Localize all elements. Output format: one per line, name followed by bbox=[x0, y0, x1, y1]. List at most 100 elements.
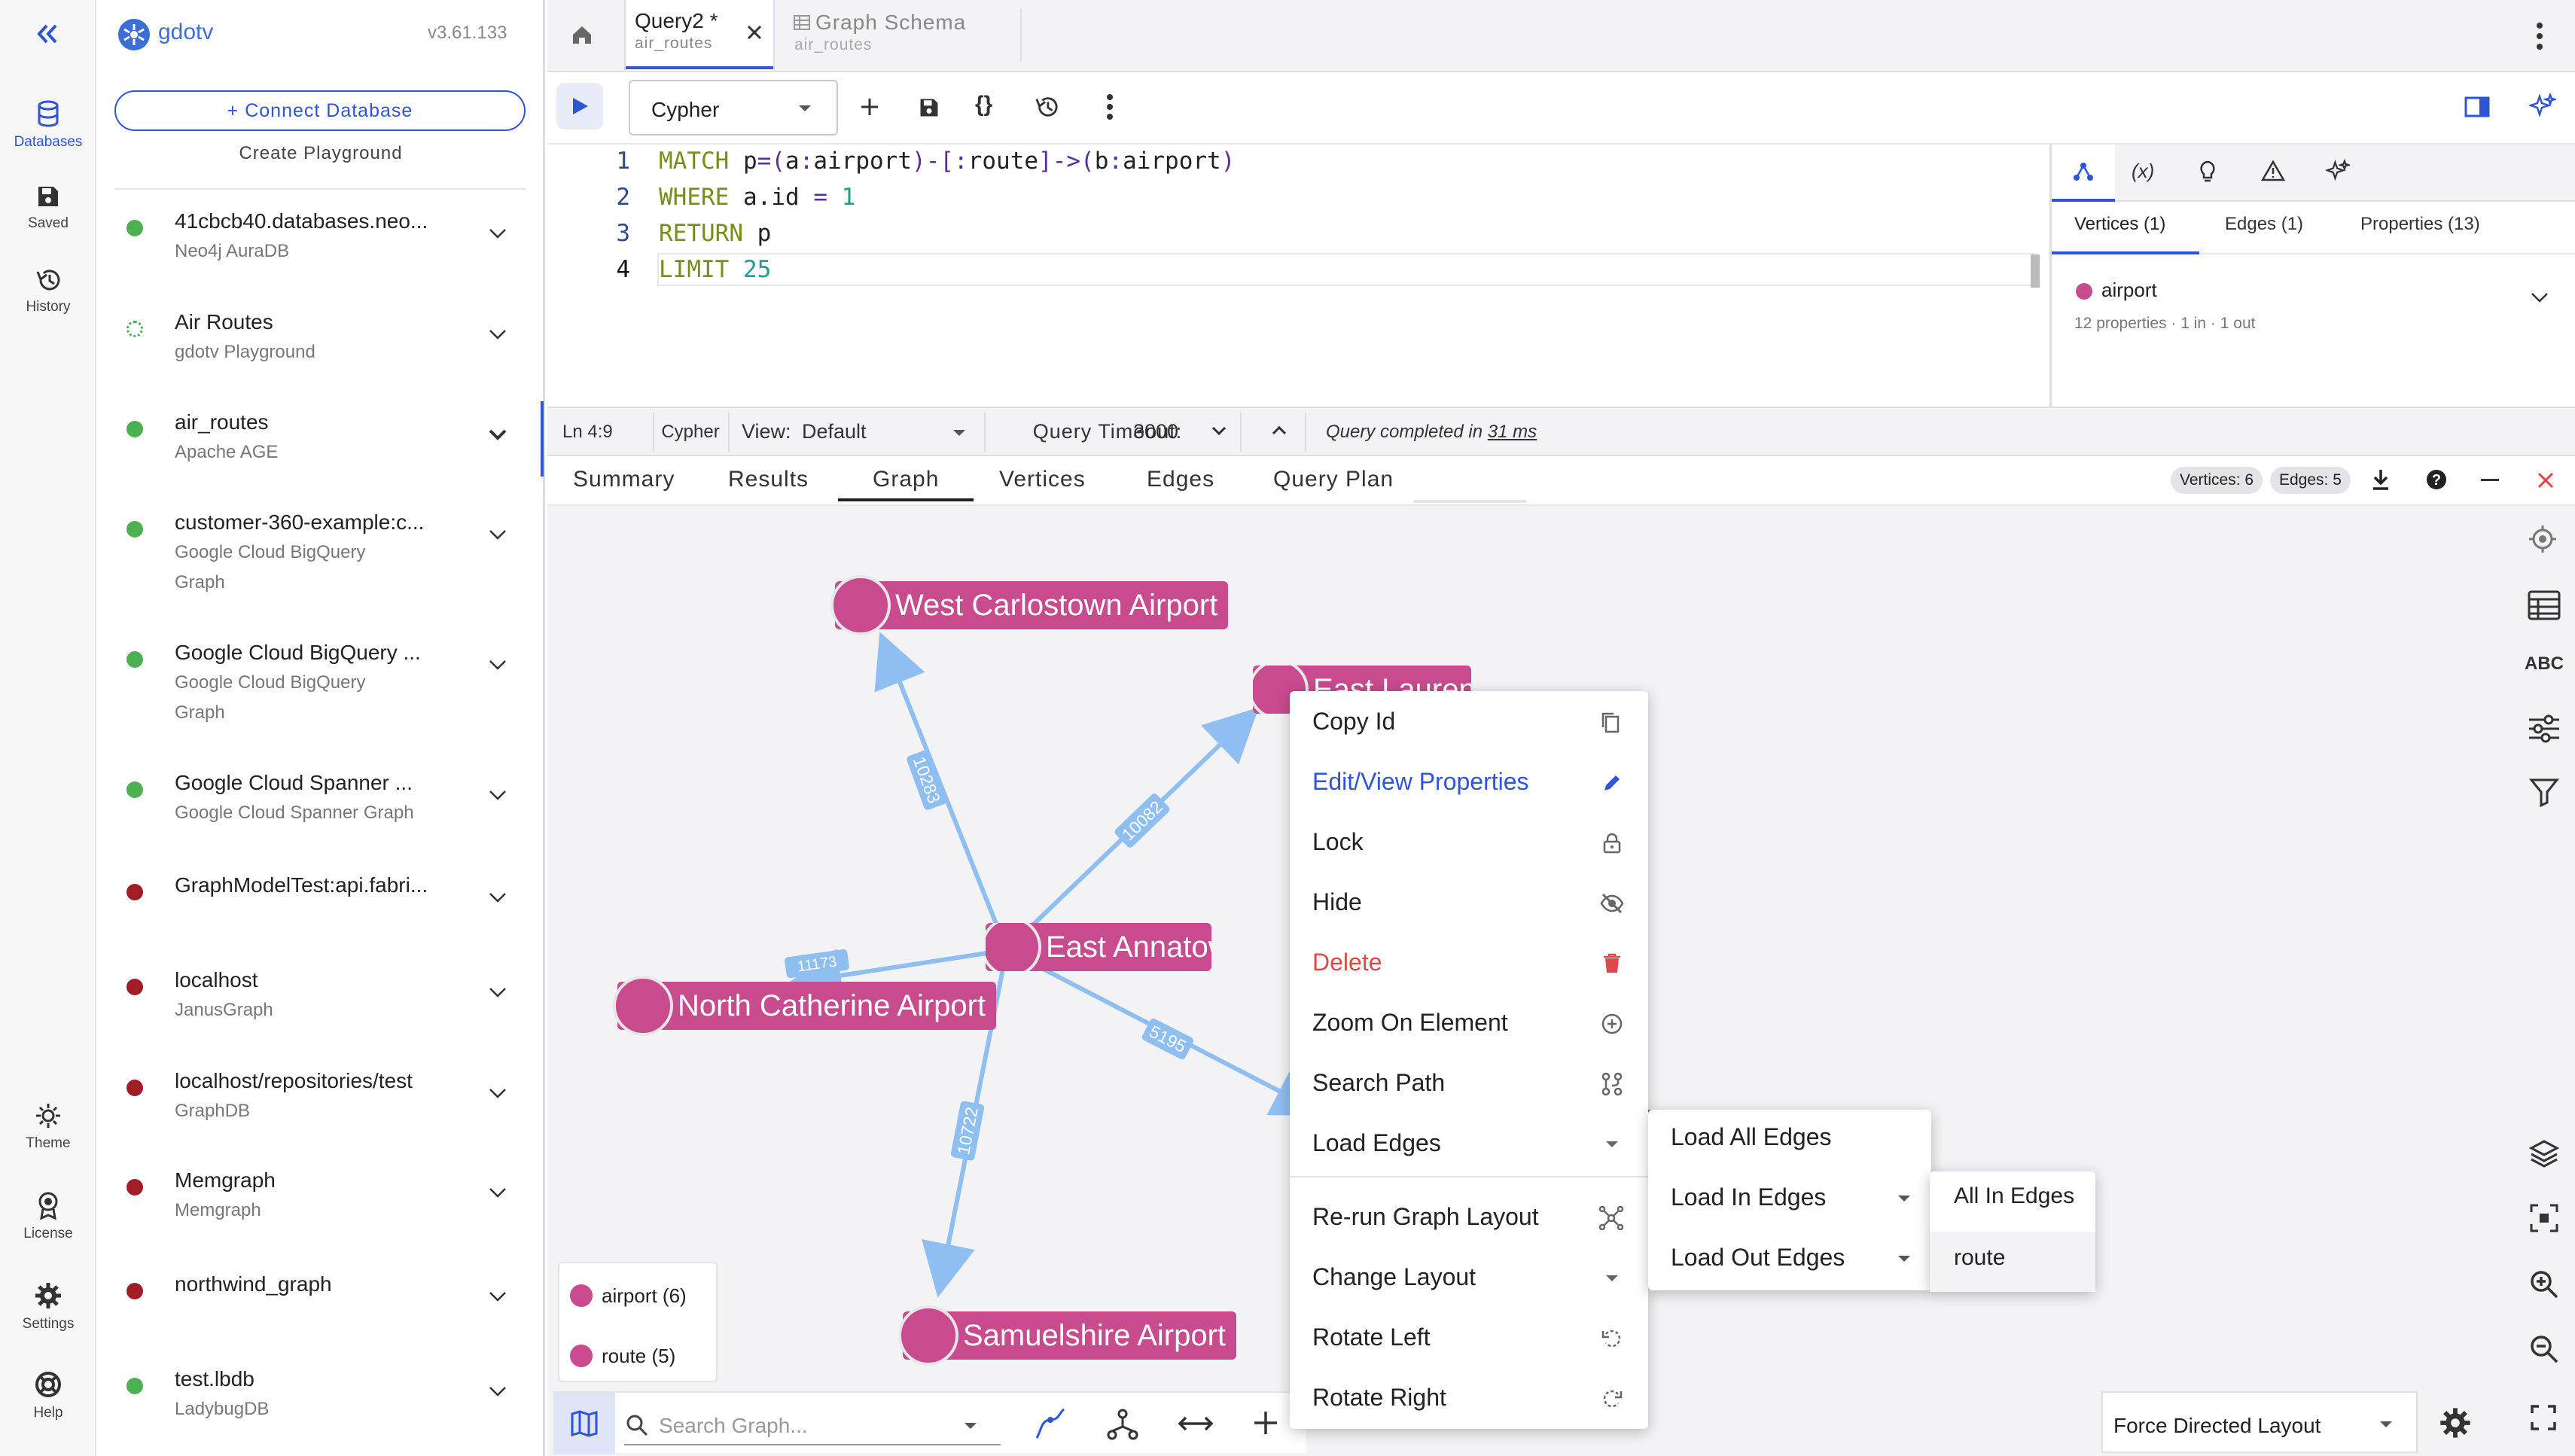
graph-canvas[interactable]: 10283 10082 5195 10722 11173 West Carlos… bbox=[547, 506, 2575, 1456]
home-icon[interactable] bbox=[570, 23, 594, 47]
chevron-down-icon[interactable] bbox=[488, 1385, 507, 1397]
vertex-item[interactable]: airport 12 properties · 1 in · 1 out bbox=[2052, 273, 2575, 348]
menu-item-load-edges[interactable]: Load Edges bbox=[1290, 1129, 1648, 1162]
create-playground-link[interactable]: Create Playground bbox=[96, 143, 545, 164]
format-icon[interactable]: {} bbox=[975, 92, 992, 117]
menu-item-search-path[interactable]: Search Path bbox=[1290, 1069, 1648, 1102]
save-icon[interactable] bbox=[918, 96, 940, 119]
menu-item-hide[interactable]: Hide bbox=[1290, 888, 1648, 921]
tab-summary[interactable]: Summary bbox=[573, 467, 675, 492]
legend-item-airport[interactable]: airport (6) bbox=[602, 1284, 687, 1308]
rail-databases[interactable]: Databases bbox=[0, 99, 96, 151]
connection-item[interactable]: localhost JanusGraph bbox=[96, 968, 545, 1043]
rail-theme[interactable]: Theme bbox=[0, 1102, 96, 1152]
layout-select[interactable]: Force Directed Layout bbox=[2101, 1391, 2418, 1453]
rail-saved[interactable]: Saved bbox=[0, 184, 96, 232]
ai-sparkle-icon[interactable] bbox=[2529, 93, 2556, 120]
connection-item[interactable]: GraphModelTest:api.fabri... bbox=[96, 870, 545, 946]
connection-item[interactable]: 41cbcb40.databases.neo... Neo4j AuraDB bbox=[96, 209, 545, 285]
split-panel-icon[interactable] bbox=[2464, 96, 2490, 117]
menu-item-delete[interactable]: Delete bbox=[1290, 949, 1648, 982]
more-vertical-icon[interactable] bbox=[1106, 93, 1114, 120]
legend-item-route[interactable]: route (5) bbox=[602, 1345, 675, 1368]
menu-item-route[interactable]: route bbox=[1930, 1245, 2095, 1278]
zoom-out-icon[interactable] bbox=[2529, 1334, 2559, 1364]
menu-item-rotate-left[interactable]: Rotate Left bbox=[1290, 1323, 1648, 1357]
connection-item[interactable]: northwind_graph bbox=[96, 1269, 545, 1345]
add-icon[interactable] bbox=[859, 96, 880, 117]
filter-icon[interactable] bbox=[2529, 777, 2559, 807]
chevron-down-icon[interactable] bbox=[488, 227, 507, 239]
run-query-button[interactable] bbox=[556, 83, 603, 129]
graph-node-east-annatown[interactable]: East Annatown Airport bbox=[986, 923, 1211, 971]
menu-item-copy-id[interactable]: Copy Id bbox=[1290, 708, 1648, 741]
chevron-down-icon[interactable] bbox=[488, 891, 507, 903]
warning-icon[interactable] bbox=[2261, 160, 2285, 182]
sliders-icon[interactable] bbox=[2528, 714, 2561, 744]
language-select[interactable]: Cypher bbox=[629, 80, 838, 136]
tab-results[interactable]: Results bbox=[728, 467, 809, 492]
menu-item-all-in-edges[interactable]: All In Edges bbox=[1930, 1183, 2095, 1217]
fullscreen-icon[interactable] bbox=[2531, 1405, 2556, 1430]
search-graph-input[interactable]: Search Graph... bbox=[624, 1402, 1001, 1445]
variables-icon[interactable]: (x) bbox=[2132, 160, 2154, 183]
tab-vertices[interactable]: Vertices (1) bbox=[2052, 202, 2199, 254]
menu-item-lock[interactable]: Lock bbox=[1290, 828, 1648, 861]
menu-item-rotate-right[interactable]: Rotate Right bbox=[1290, 1384, 1648, 1417]
target-icon[interactable] bbox=[2528, 524, 2558, 554]
menu-item-re-run-graph-layout[interactable]: Re-run Graph Layout bbox=[1290, 1203, 1648, 1236]
fit-screen-icon[interactable] bbox=[2529, 1203, 2559, 1233]
more-vertical-icon[interactable] bbox=[2535, 21, 2544, 51]
download-icon[interactable] bbox=[2371, 468, 2391, 491]
connection-item[interactable]: Google Cloud Spanner ... Google Cloud Spa… bbox=[96, 771, 545, 846]
tab-graph[interactable]: Graph bbox=[873, 467, 939, 492]
close-icon[interactable] bbox=[2537, 471, 2555, 489]
connection-item[interactable]: air_routes Apache AGE bbox=[96, 401, 545, 486]
chevron-down-icon[interactable] bbox=[1211, 426, 1227, 437]
rail-history[interactable]: History bbox=[0, 267, 96, 315]
chevron-down-icon[interactable] bbox=[488, 986, 507, 998]
add-icon[interactable] bbox=[1252, 1409, 1279, 1436]
expand-horizontal-icon[interactable] bbox=[1178, 1414, 1213, 1433]
view-select[interactable]: Default bbox=[802, 420, 975, 446]
tab-vertices[interactable]: Vertices bbox=[999, 467, 1086, 492]
tab-query2[interactable]: Query2 * air_routes bbox=[624, 0, 775, 71]
connection-item[interactable]: Memgraph Memgraph bbox=[96, 1168, 545, 1244]
tab-properties[interactable]: Properties (13) bbox=[2360, 214, 2480, 235]
text-labels-icon[interactable]: ABC bbox=[2525, 653, 2564, 675]
connection-item[interactable]: Air Routes gdotv Playground bbox=[96, 310, 545, 385]
chevron-down-icon[interactable] bbox=[488, 659, 507, 671]
map-view-button[interactable] bbox=[553, 1393, 615, 1454]
close-icon[interactable] bbox=[746, 24, 763, 41]
lightbulb-icon[interactable] bbox=[2198, 160, 2217, 185]
menu-item-zoom-on-element[interactable]: Zoom On Element bbox=[1290, 1009, 1648, 1042]
chevron-down-icon[interactable] bbox=[488, 528, 507, 541]
table-icon[interactable] bbox=[2528, 590, 2561, 620]
tab-query-plan[interactable]: Query Plan bbox=[1273, 467, 1394, 492]
menu-item-load-out-edges[interactable]: Load Out Edges bbox=[1648, 1244, 1931, 1277]
menu-item-load-all-edges[interactable]: Load All Edges bbox=[1648, 1123, 1931, 1156]
connection-item[interactable]: customer-360-example:c... Google Cloud Bi… bbox=[96, 510, 545, 592]
tab-graph-schema[interactable]: Graph Schema air_routes bbox=[793, 0, 1019, 71]
connect-database-button[interactable]: + Connect Database bbox=[114, 90, 526, 131]
chevron-down-icon[interactable] bbox=[488, 428, 507, 440]
menu-item-edit-view-properties[interactable]: Edit/View Properties bbox=[1290, 768, 1648, 801]
menu-item-load-in-edges[interactable]: Load In Edges bbox=[1648, 1183, 1931, 1217]
menu-item-change-layout[interactable]: Change Layout bbox=[1290, 1263, 1648, 1296]
ai-sparkle-icon[interactable] bbox=[2326, 160, 2350, 184]
timeout-input[interactable]: 3000 bbox=[1133, 420, 1186, 443]
zoom-in-icon[interactable] bbox=[2529, 1269, 2559, 1299]
rail-settings[interactable]: Settings bbox=[0, 1281, 96, 1333]
hierarchy-icon[interactable] bbox=[1106, 1408, 1139, 1441]
graph-node-west-carlostown[interactable]: West Carlostown Airport bbox=[830, 575, 1229, 635]
connection-item[interactable]: localhost/repositories/test GraphDB bbox=[96, 1069, 545, 1144]
double-chevron-left-icon[interactable] bbox=[35, 23, 60, 45]
graph-node-north-catherine[interactable]: North Catherine Airport bbox=[613, 976, 997, 1036]
layout-settings-gear-icon[interactable] bbox=[2439, 1406, 2472, 1439]
minimize-icon[interactable] bbox=[2481, 479, 2499, 482]
editor-scrollbar[interactable] bbox=[2031, 254, 2040, 288]
code-editor[interactable]: 1 2 3 4 MATCH p=(a:airport)-[:route]->(b… bbox=[547, 145, 2048, 407]
tab-edges[interactable]: Edges (1) bbox=[2225, 214, 2303, 235]
connection-item[interactable]: test.lbdb LadybugDB bbox=[96, 1367, 545, 1442]
help-icon[interactable]: ? bbox=[2425, 468, 2448, 491]
